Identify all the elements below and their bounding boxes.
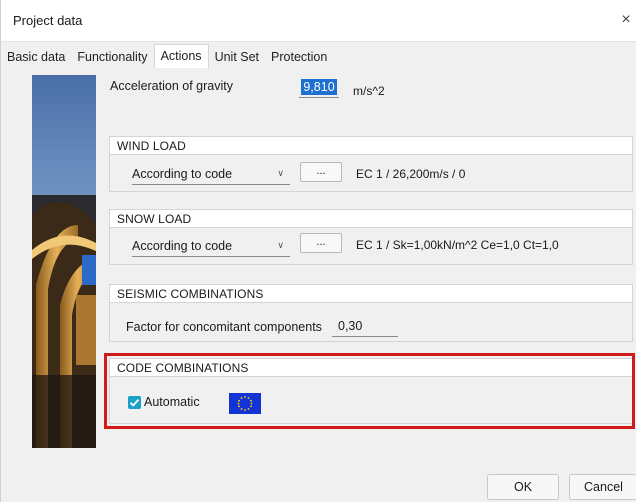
snow-load-group: SNOW LOAD According to code ∨ ... EC 1 /…	[109, 209, 633, 265]
chevron-down-icon: ∨	[277, 240, 284, 250]
eu-flag-icon[interactable]	[229, 393, 261, 414]
tab-basic-data[interactable]: Basic data	[1, 46, 71, 68]
snow-load-details-button[interactable]: ...	[300, 233, 342, 253]
cancel-button[interactable]: Cancel	[569, 474, 636, 500]
seismic-combinations-group: SEISMIC COMBINATIONS Factor for concomit…	[109, 284, 633, 342]
tab-actions[interactable]: Actions	[153, 44, 209, 68]
project-data-dialog: Project data × Basic data Functionality …	[0, 0, 636, 502]
code-combinations-group: CODE COMBINATIONS Automatic	[109, 358, 633, 424]
snow-load-header: SNOW LOAD	[110, 210, 632, 228]
seismic-combinations-header: SEISMIC COMBINATIONS	[110, 285, 632, 303]
dialog-title: Project data	[13, 13, 83, 28]
checkmark-icon	[129, 398, 140, 407]
wind-load-group: WIND LOAD According to code ∨ ... EC 1 /…	[109, 136, 633, 192]
gravity-label: Acceleration of gravity	[110, 79, 233, 93]
tab-protection[interactable]: Protection	[265, 46, 333, 68]
gravity-input[interactable]: 9,810	[299, 79, 339, 98]
tab-unit-set[interactable]: Unit Set	[209, 46, 265, 68]
title-bar: Project data ×	[1, 0, 636, 42]
tab-functionality[interactable]: Functionality	[71, 46, 153, 68]
snow-load-mode-select[interactable]: According to code ∨	[132, 235, 290, 257]
snow-load-mode-value: According to code	[132, 239, 233, 253]
wind-load-mode-select[interactable]: According to code ∨	[132, 163, 290, 185]
building-photo-image	[32, 75, 96, 448]
automatic-checkbox[interactable]	[128, 396, 141, 409]
wind-load-code-text: EC 1 / 26,200m/s / 0	[356, 167, 466, 181]
concomitant-factor-label: Factor for concomitant components	[126, 320, 322, 334]
automatic-label: Automatic	[144, 395, 200, 409]
gravity-value: 9,810	[301, 79, 337, 95]
chevron-down-icon: ∨	[277, 168, 284, 178]
tab-strip: Basic data Functionality Actions Unit Se…	[1, 44, 333, 68]
ok-button[interactable]: OK	[487, 474, 559, 500]
code-combinations-header: CODE COMBINATIONS	[110, 359, 632, 377]
wind-load-header: WIND LOAD	[110, 137, 632, 155]
gravity-unit: m/s^2	[353, 84, 385, 98]
concomitant-factor-input[interactable]: 0,30	[332, 317, 398, 337]
close-button[interactable]: ×	[617, 10, 635, 30]
wind-load-mode-value: According to code	[132, 167, 233, 181]
wind-load-details-button[interactable]: ...	[300, 162, 342, 182]
snow-load-code-text: EC 1 / Sk=1,00kN/m^2 Ce=1,0 Ct=1,0	[356, 238, 559, 252]
